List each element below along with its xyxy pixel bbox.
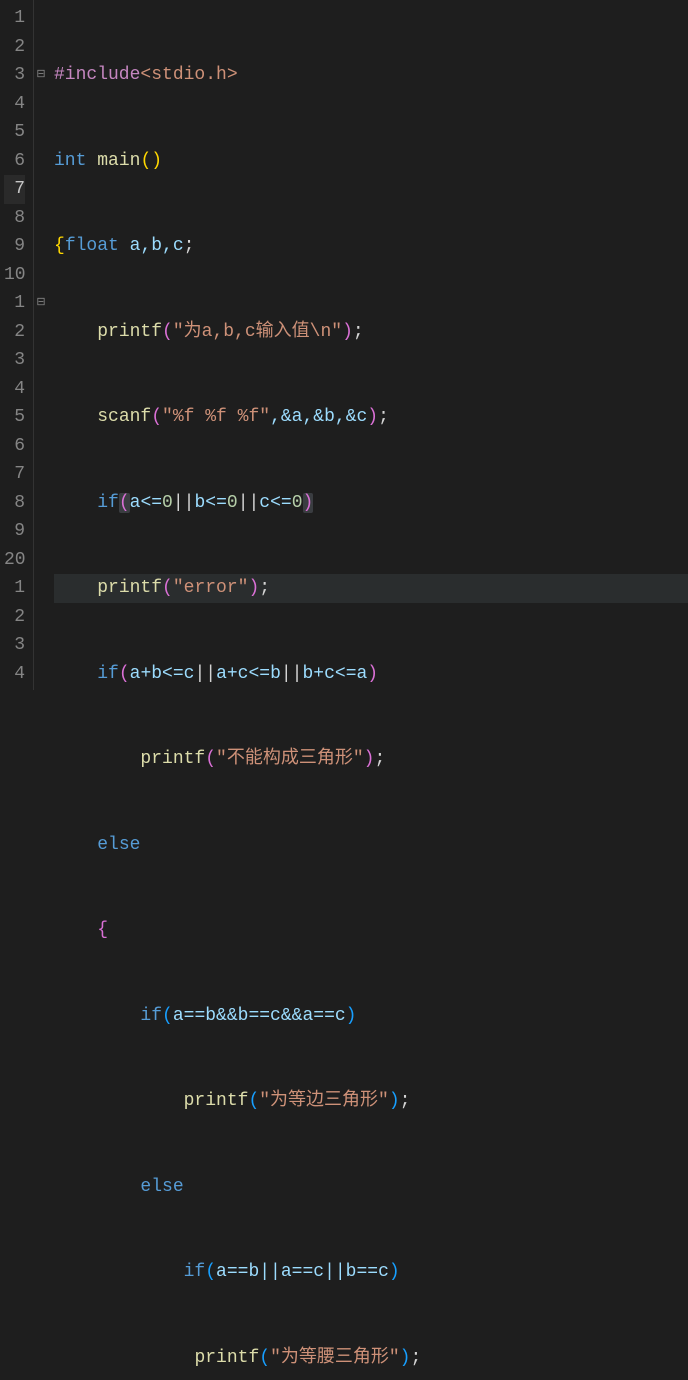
line-number: 7	[4, 175, 25, 204]
fold-marker	[34, 33, 48, 62]
str-error: "error"	[173, 578, 249, 598]
fold-marker	[34, 546, 48, 575]
fn-printf: printf	[97, 578, 162, 598]
fold-marker	[34, 346, 48, 375]
fold-marker	[34, 603, 48, 632]
code-line[interactable]: scanf("%f %f %f",&a,&b,&c);	[54, 403, 688, 432]
scanf-args: ,&a,&b,&c	[270, 407, 367, 427]
fn-printf: printf	[97, 322, 162, 342]
fold-marker	[34, 660, 48, 689]
kw-int: int	[54, 151, 86, 171]
fold-marker[interactable]: ⊟	[34, 289, 48, 318]
fold-marker	[34, 118, 48, 147]
line-number: 1	[4, 574, 25, 603]
fold-marker	[34, 432, 48, 461]
fold-marker	[34, 204, 48, 233]
line-number: 2	[4, 33, 25, 62]
vars: a,b,c	[130, 236, 184, 256]
fn-printf: printf	[194, 1348, 259, 1368]
fold-marker[interactable]: ⊟	[34, 61, 48, 90]
kw-else: else	[97, 835, 140, 855]
line-number: 4	[4, 660, 25, 689]
str-notri: "不能构成三角形"	[216, 749, 364, 769]
fold-marker	[34, 147, 48, 176]
fn-printf: printf	[140, 749, 205, 769]
line-number: 7	[4, 460, 25, 489]
line-number: 6	[4, 147, 25, 176]
kw-if: if	[97, 493, 119, 513]
line-number: 6	[4, 432, 25, 461]
line-number: 3	[4, 346, 25, 375]
fold-column: ⊟⊟	[34, 0, 48, 690]
kw-if: if	[140, 1006, 162, 1026]
str-iso: "为等腰三角形"	[270, 1348, 400, 1368]
code-line[interactable]: int main()	[54, 147, 688, 176]
line-number-gutter: 12345678910123456789201234	[0, 0, 34, 690]
str-equil: "为等边三角形"	[259, 1091, 389, 1111]
line-number: 3	[4, 631, 25, 660]
line-number: 4	[4, 375, 25, 404]
line-number: 1	[4, 4, 25, 33]
fold-marker	[34, 403, 48, 432]
fold-marker	[34, 4, 48, 33]
line-number: 2	[4, 603, 25, 632]
line-number: 8	[4, 204, 25, 233]
code-line[interactable]: else	[54, 831, 688, 860]
code-line[interactable]: #include<stdio.h>	[54, 61, 688, 90]
fold-marker	[34, 517, 48, 546]
line-number: 3	[4, 61, 25, 90]
code-line[interactable]: printf("为a,b,c输入值\n");	[54, 318, 688, 347]
code-line[interactable]: if(a==b&&b==c&&a==c)	[54, 1002, 688, 1031]
fold-marker	[34, 375, 48, 404]
code-line[interactable]: printf("为等边三角形");	[54, 1087, 688, 1116]
code-line-current[interactable]: printf("error");	[54, 574, 688, 603]
line-number: 4	[4, 90, 25, 119]
line-number: 1	[4, 289, 25, 318]
str-fmt: "%f %f %f"	[162, 407, 270, 427]
code-editor[interactable]: 12345678910123456789201234 ⊟⊟ #include<s…	[0, 0, 688, 690]
kw-if: if	[97, 664, 119, 684]
line-number: 5	[4, 403, 25, 432]
code-line[interactable]: printf("不能构成三角形");	[54, 745, 688, 774]
kw-float: float	[65, 236, 119, 256]
header-name: <stdio.h>	[140, 65, 237, 85]
code-line[interactable]: if(a<=0||b<=0||c<=0)	[54, 489, 688, 518]
fold-marker	[34, 90, 48, 119]
fold-marker	[34, 489, 48, 518]
fold-marker	[34, 232, 48, 261]
code-area[interactable]: #include<stdio.h> int main() {float a,b,…	[48, 0, 688, 690]
fold-marker	[34, 631, 48, 660]
line-number: 9	[4, 232, 25, 261]
code-line[interactable]: {	[54, 916, 688, 945]
code-line[interactable]: if(a+b<=c||a+c<=b||b+c<=a)	[54, 660, 688, 689]
line-number: 8	[4, 489, 25, 518]
code-line[interactable]: if(a==b||a==c||b==c)	[54, 1258, 688, 1287]
line-number: 10	[4, 261, 25, 290]
line-number: 20	[4, 546, 25, 575]
fold-marker	[34, 318, 48, 347]
code-line[interactable]: printf("为等腰三角形");	[54, 1344, 688, 1373]
fold-marker	[34, 574, 48, 603]
line-number: 5	[4, 118, 25, 147]
fn-main: main	[97, 151, 140, 171]
fold-marker	[34, 175, 48, 204]
kw-else: else	[140, 1177, 183, 1197]
line-number: 2	[4, 318, 25, 347]
line-number: 9	[4, 517, 25, 546]
fold-marker	[34, 261, 48, 290]
code-line[interactable]: {float a,b,c;	[54, 232, 688, 261]
kw-if: if	[184, 1262, 206, 1282]
code-line[interactable]: else	[54, 1173, 688, 1202]
pp-directive: #include	[54, 65, 140, 85]
fn-scanf: scanf	[97, 407, 151, 427]
str-prompt: "为a,b,c输入值\n"	[173, 322, 342, 342]
fold-marker	[34, 460, 48, 489]
fn-printf: printf	[184, 1091, 249, 1111]
